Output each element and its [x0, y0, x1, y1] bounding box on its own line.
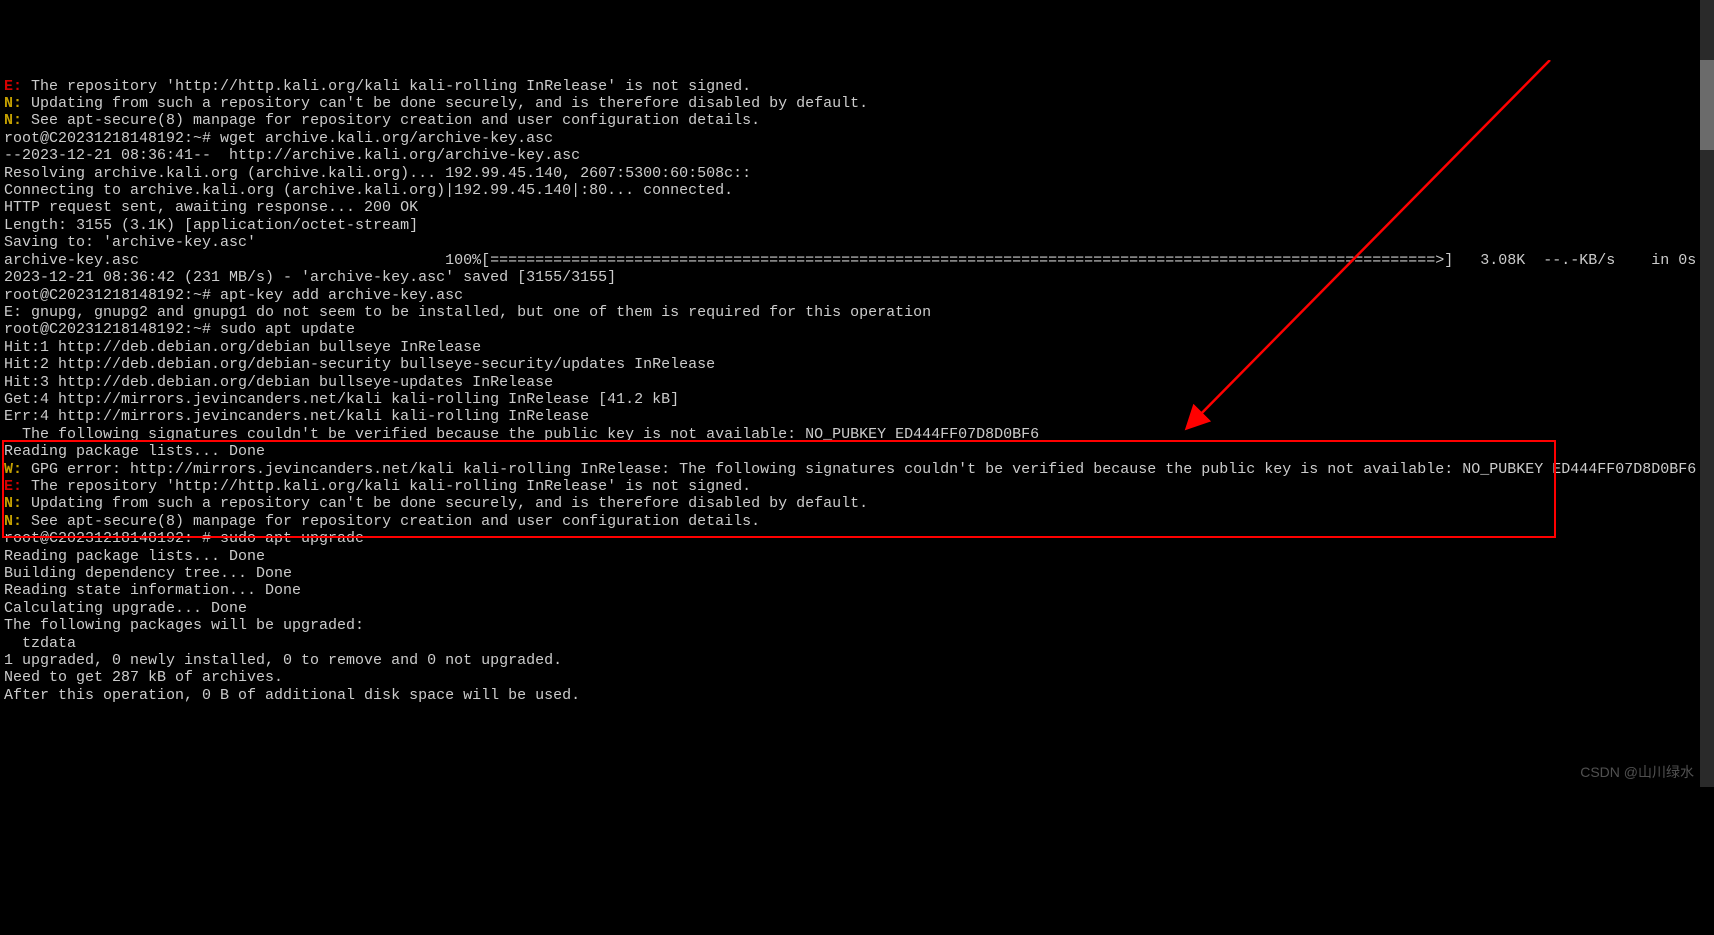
terminal-line: Get:4 http://mirrors.jevincanders.net/ka…: [4, 391, 1710, 408]
terminal-text: Hit:2 http://deb.debian.org/debian-secur…: [4, 356, 715, 373]
terminal-line: E: gnupg, gnupg2 and gnupg1 do not seem …: [4, 304, 1710, 321]
terminal-text: Resolving archive.kali.org (archive.kali…: [4, 165, 751, 182]
terminal-text: HTTP request sent, awaiting response... …: [4, 199, 418, 216]
terminal-line: archive-key.asc 100%[===================…: [4, 252, 1710, 269]
terminal-text: See apt-secure(8) manpage for repository…: [22, 112, 760, 129]
terminal-line: Resolving archive.kali.org (archive.kali…: [4, 165, 1710, 182]
terminal-line: tzdata: [4, 635, 1710, 652]
terminal-line: Reading state information... Done: [4, 582, 1710, 599]
terminal-line: root@C20231218148192:~# sudo apt update: [4, 321, 1710, 338]
terminal-area[interactable]: E: The repository 'http://http.kali.org/…: [0, 70, 1714, 709]
warn-prefix: W:: [4, 461, 22, 478]
terminal-text: Hit:1 http://deb.debian.org/debian bulls…: [4, 339, 481, 356]
terminal-line: N: Updating from such a repository can't…: [4, 95, 1710, 112]
terminal-text: Reading package lists... Done: [4, 548, 265, 565]
terminal-text: tzdata: [4, 635, 76, 652]
terminal-line: The following signatures couldn't be ver…: [4, 426, 1710, 443]
terminal-text: 1 upgraded, 0 newly installed, 0 to remo…: [4, 652, 562, 669]
terminal-text: The following signatures couldn't be ver…: [4, 426, 1039, 443]
terminal-text: After this operation, 0 B of additional …: [4, 687, 580, 704]
warn-prefix: N:: [4, 495, 22, 512]
terminal-text: The repository 'http://http.kali.org/kal…: [22, 478, 751, 495]
terminal-text: See apt-secure(8) manpage for repository…: [22, 513, 760, 530]
terminal-text: Length: 3155 (3.1K) [application/octet-s…: [4, 217, 418, 234]
terminal-text: root@C20231218148192:~# sudo apt upgrade: [4, 530, 364, 547]
terminal-text: root@C20231218148192:~# apt-key add arch…: [4, 287, 463, 304]
terminal-line: W: GPG error: http://mirrors.jevincander…: [4, 461, 1710, 478]
terminal-text: Err:4 http://mirrors.jevincanders.net/ka…: [4, 408, 589, 425]
terminal-line: Hit:2 http://deb.debian.org/debian-secur…: [4, 356, 1710, 373]
terminal-line: The following packages will be upgraded:: [4, 617, 1710, 634]
terminal-text: Need to get 287 kB of archives.: [4, 669, 283, 686]
terminal-line: Saving to: 'archive-key.asc': [4, 234, 1710, 251]
terminal-text: Reading state information... Done: [4, 582, 301, 599]
terminal-text: Updating from such a repository can't be…: [22, 495, 868, 512]
warn-prefix: N:: [4, 112, 22, 129]
error-prefix: E:: [4, 478, 22, 495]
terminal-text: root@C20231218148192:~# sudo apt update: [4, 321, 355, 338]
terminal-line: N: Updating from such a repository can't…: [4, 495, 1710, 512]
terminal-text: root@C20231218148192:~# wget archive.kal…: [4, 130, 553, 147]
terminal-line: E: The repository 'http://http.kali.org/…: [4, 478, 1710, 495]
terminal-text: Calculating upgrade... Done: [4, 600, 247, 617]
terminal-line: 2023-12-21 08:36:42 (231 MB/s) - 'archiv…: [4, 269, 1710, 286]
terminal-line: Reading package lists... Done: [4, 548, 1710, 565]
terminal-line: root@C20231218148192:~# wget archive.kal…: [4, 130, 1710, 147]
terminal-text: Building dependency tree... Done: [4, 565, 292, 582]
terminal-line: Reading package lists... Done: [4, 443, 1710, 460]
terminal-text: Connecting to archive.kali.org (archive.…: [4, 182, 733, 199]
terminal-line: N: See apt-secure(8) manpage for reposit…: [4, 513, 1710, 530]
terminal-line: Err:4 http://mirrors.jevincanders.net/ka…: [4, 408, 1710, 425]
terminal-line: root@C20231218148192:~# sudo apt upgrade: [4, 530, 1710, 547]
terminal-line: After this operation, 0 B of additional …: [4, 687, 1710, 704]
terminal-text: The repository 'http://http.kali.org/kal…: [22, 78, 751, 95]
terminal-text: Hit:3 http://deb.debian.org/debian bulls…: [4, 374, 553, 391]
warn-prefix: N:: [4, 95, 22, 112]
terminal-line: --2023-12-21 08:36:41-- http://archive.k…: [4, 147, 1710, 164]
terminal-text: --2023-12-21 08:36:41-- http://archive.k…: [4, 147, 580, 164]
terminal-text: The following packages will be upgraded:: [4, 617, 364, 634]
terminal-line: root@C20231218148192:~# apt-key add arch…: [4, 287, 1710, 304]
terminal-text: E: gnupg, gnupg2 and gnupg1 do not seem …: [4, 304, 931, 321]
terminal-line: N: See apt-secure(8) manpage for reposit…: [4, 112, 1710, 129]
terminal-line: Building dependency tree... Done: [4, 565, 1710, 582]
terminal-line: HTTP request sent, awaiting response... …: [4, 199, 1710, 216]
scrollbar-track[interactable]: [1700, 0, 1714, 787]
watermark: CSDN @山川绿水: [1580, 764, 1694, 781]
terminal-line: Length: 3155 (3.1K) [application/octet-s…: [4, 217, 1710, 234]
terminal-text: archive-key.asc 100%[===================…: [4, 252, 1696, 269]
terminal-line: E: The repository 'http://http.kali.org/…: [4, 78, 1710, 95]
terminal-line: Connecting to archive.kali.org (archive.…: [4, 182, 1710, 199]
error-prefix: E:: [4, 78, 22, 95]
terminal-line: Hit:1 http://deb.debian.org/debian bulls…: [4, 339, 1710, 356]
terminal-text: Updating from such a repository can't be…: [22, 95, 868, 112]
terminal-text: 2023-12-21 08:36:42 (231 MB/s) - 'archiv…: [4, 269, 616, 286]
terminal-text: GPG error: http://mirrors.jevincanders.n…: [22, 461, 1696, 478]
terminal-line: Calculating upgrade... Done: [4, 600, 1710, 617]
terminal-line: Need to get 287 kB of archives.: [4, 669, 1710, 686]
terminal-text: Get:4 http://mirrors.jevincanders.net/ka…: [4, 391, 679, 408]
terminal-line: Hit:3 http://deb.debian.org/debian bulls…: [4, 374, 1710, 391]
terminal-line: 1 upgraded, 0 newly installed, 0 to remo…: [4, 652, 1710, 669]
warn-prefix: N:: [4, 513, 22, 530]
terminal-text: Reading package lists... Done: [4, 443, 265, 460]
scrollbar-thumb[interactable]: [1700, 60, 1714, 150]
terminal-text: Saving to: 'archive-key.asc': [4, 234, 256, 251]
